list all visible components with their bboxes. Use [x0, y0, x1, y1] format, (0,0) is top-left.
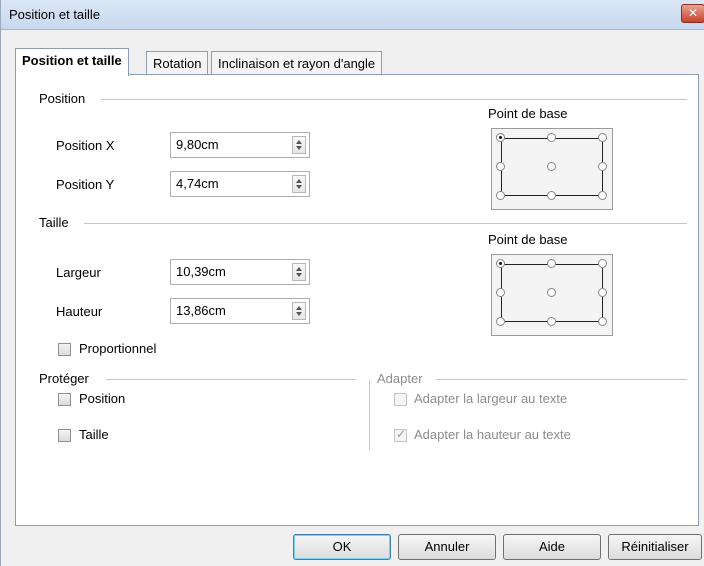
basepoint-bottom-center[interactable] — [547, 317, 556, 326]
position-section-label: Position — [39, 91, 92, 106]
height-spinbox[interactable]: 13,86cm — [170, 298, 310, 324]
basepoint-middle-left[interactable] — [496, 288, 505, 297]
size-divider — [84, 223, 687, 224]
basepoint-middle-right[interactable] — [598, 288, 607, 297]
basepoint-middle-right[interactable] — [598, 162, 607, 171]
decrement-icon — [296, 146, 302, 150]
basepoint-bottom-right[interactable] — [598, 317, 607, 326]
basepoint-top-right[interactable] — [598, 133, 607, 142]
width-stepper[interactable] — [292, 263, 306, 281]
position-x-spinbox[interactable]: 9,80cm — [170, 132, 310, 158]
fit-height-label: Adapter la hauteur au texte — [414, 427, 571, 442]
basepoint-top-right[interactable] — [598, 259, 607, 268]
help-button[interactable]: Aide — [503, 534, 601, 560]
tab-position-size[interactable]: Position et taille — [15, 48, 129, 76]
position-y-value: 4,74cm — [176, 176, 219, 191]
height-label: Hauteur — [56, 304, 103, 319]
tab-rotation[interactable]: Rotation — [146, 51, 209, 75]
position-y-label: Position Y — [56, 177, 115, 192]
proportional-label: Proportionnel — [79, 341, 157, 356]
section-separator — [369, 380, 370, 450]
tab-panel: Position Position X 9,80cm Position Y 4,… — [15, 74, 699, 526]
close-button[interactable]: ✕ — [681, 4, 704, 23]
adapt-divider — [436, 379, 687, 380]
dialog-window: Position et taille ✕ Position et taille … — [0, 0, 704, 566]
basepoint-center[interactable] — [547, 162, 556, 171]
reset-button[interactable]: Réinitialiser — [608, 534, 702, 560]
protect-size-label: Taille — [79, 427, 109, 442]
decrement-icon — [296, 273, 302, 277]
adapt-section-label: Adapter — [377, 371, 429, 386]
position-x-stepper[interactable] — [292, 136, 306, 154]
position-x-value: 9,80cm — [176, 137, 219, 152]
checkmark-icon: ✓ — [396, 427, 407, 441]
title-bar[interactable]: Position et taille ✕ — [1, 0, 704, 30]
basepoint-top-center[interactable] — [547, 259, 556, 268]
basepoint-bottom-left[interactable] — [496, 317, 505, 326]
fit-width-label: Adapter la largeur au texte — [414, 391, 568, 406]
basepoint-bottom-right[interactable] — [598, 191, 607, 200]
basepoint-center[interactable] — [547, 288, 556, 297]
fit-width-checkbox[interactable] — [394, 393, 407, 406]
protect-position-label: Position — [79, 391, 126, 406]
protect-section-label: Protéger — [39, 371, 95, 386]
increment-icon — [296, 306, 302, 310]
cancel-button[interactable]: Annuler — [398, 534, 496, 560]
position-divider — [101, 99, 687, 100]
height-value: 13,86cm — [176, 303, 226, 318]
close-icon: ✕ — [687, 6, 699, 20]
increment-icon — [296, 140, 302, 144]
height-stepper[interactable] — [292, 302, 306, 320]
basepoint-bottom-center[interactable] — [547, 191, 556, 200]
ok-button[interactable]: OK — [293, 534, 391, 560]
fit-height-checkbox[interactable]: ✓ — [394, 427, 407, 442]
proportional-checkbox[interactable] — [58, 343, 71, 356]
size-section-label: Taille — [39, 215, 75, 230]
position-y-spinbox[interactable]: 4,74cm — [170, 171, 310, 197]
basepoint-top-center[interactable] — [547, 133, 556, 142]
size-basepoint-selector — [491, 254, 613, 336]
increment-icon — [296, 267, 302, 271]
protect-divider — [106, 379, 356, 380]
position-x-label: Position X — [56, 138, 115, 153]
size-basepoint-label: Point de base — [488, 232, 568, 247]
window-title: Position et taille — [9, 7, 101, 22]
protect-position-checkbox[interactable] — [58, 393, 71, 406]
protect-size-checkbox[interactable] — [58, 429, 71, 442]
position-basepoint-selector — [491, 128, 613, 210]
basepoint-top-left[interactable] — [496, 133, 505, 142]
basepoint-bottom-left[interactable] — [496, 191, 505, 200]
basepoint-middle-left[interactable] — [496, 162, 505, 171]
tab-slant-corner-radius[interactable]: Inclinaison et rayon d'angle — [211, 51, 383, 75]
decrement-icon — [296, 312, 302, 316]
position-y-stepper[interactable] — [292, 175, 306, 193]
width-label: Largeur — [56, 265, 101, 280]
width-spinbox[interactable]: 10,39cm — [170, 259, 310, 285]
basepoint-top-left[interactable] — [496, 259, 505, 268]
width-value: 10,39cm — [176, 264, 226, 279]
position-basepoint-label: Point de base — [488, 106, 568, 121]
increment-icon — [296, 179, 302, 183]
decrement-icon — [296, 185, 302, 189]
